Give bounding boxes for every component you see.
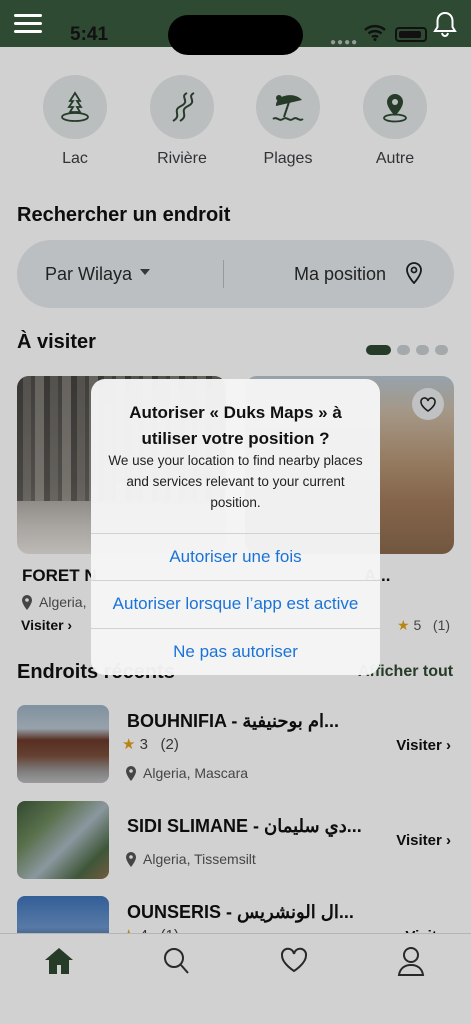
battery-icon bbox=[395, 27, 427, 42]
wifi-icon bbox=[364, 24, 386, 46]
menu-icon[interactable] bbox=[14, 14, 42, 34]
dialog-message: We use your location to find nearby plac… bbox=[108, 453, 363, 510]
bell-icon[interactable] bbox=[432, 10, 458, 43]
location-permission-dialog: Autoriser « Duks Maps » à utiliser votre… bbox=[91, 379, 380, 675]
deny-button[interactable]: Ne pas autoriser bbox=[91, 628, 380, 675]
allow-once-button[interactable]: Autoriser une fois bbox=[91, 533, 380, 580]
dialog-title: Autoriser « Duks Maps » à utiliser votre… bbox=[129, 403, 342, 448]
allow-while-active-button[interactable]: Autoriser lorsque l’app est active bbox=[91, 580, 380, 627]
status-time: 5:41 bbox=[70, 24, 109, 45]
